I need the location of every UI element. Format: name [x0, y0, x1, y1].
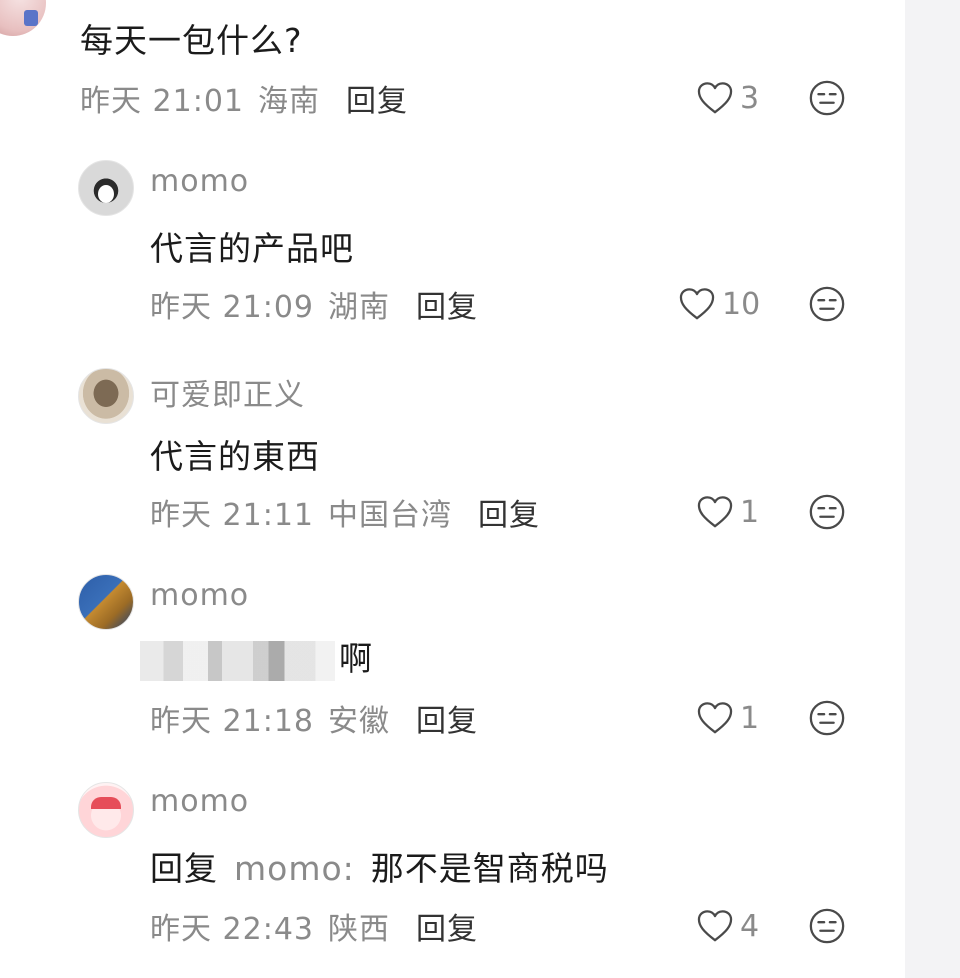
- reply-text: 代言的产品吧: [150, 229, 354, 268]
- reply-username[interactable]: momo: [150, 784, 249, 819]
- like-count: 10: [722, 286, 761, 322]
- comment-location: 海南: [258, 84, 320, 119]
- neutral-face-icon: [809, 494, 845, 530]
- like-button[interactable]: 3: [696, 78, 759, 118]
- comment-thread-page: 每天一包什么? 昨天 21:01 海南 回复 3 momo 代言的产品吧 昨天 …: [0, 0, 960, 978]
- reply-button[interactable]: 回复: [416, 282, 478, 326]
- comment-location: 中国台湾: [328, 498, 452, 533]
- reply-prefix: 回复: [150, 849, 218, 888]
- neutral-face-icon: [809, 908, 845, 944]
- like-button[interactable]: 1: [696, 492, 759, 532]
- comment-time: 昨天 21:18: [150, 704, 314, 739]
- neutral-face-icon: [809, 80, 845, 116]
- emoji-reaction-button[interactable]: [808, 907, 846, 945]
- parent-meta: 昨天 21:01 海南 回复: [80, 76, 408, 120]
- comment-location: 湖南: [328, 290, 390, 325]
- comment-location: 安徽: [328, 704, 390, 739]
- emoji-reaction-button[interactable]: [808, 699, 846, 737]
- like-count: 3: [740, 80, 760, 116]
- heart-outline-icon: [697, 82, 733, 114]
- heart-outline-icon: [697, 496, 733, 528]
- reply-text: 回复 momo: 那不是智商税吗: [150, 842, 609, 890]
- emoji-reaction-button[interactable]: [808, 285, 846, 323]
- right-side-strip: [905, 0, 960, 978]
- reply-meta: 昨天 21:11 中国台湾 回复: [150, 490, 540, 534]
- reply-text: 啊: [140, 632, 373, 681]
- parent-comment-text: 每天一包什么?: [80, 21, 303, 60]
- like-count: 1: [740, 494, 760, 530]
- avatar[interactable]: [78, 368, 134, 424]
- reply-meta: 昨天 21:18 安徽 回复: [150, 696, 478, 740]
- like-count: 1: [740, 700, 760, 736]
- heart-outline-icon: [697, 910, 733, 942]
- reply-button[interactable]: 回复: [478, 490, 540, 534]
- reply-body: 那不是智商税吗: [370, 849, 609, 888]
- heart-outline-icon: [697, 702, 733, 734]
- emoji-reaction-button[interactable]: [808, 79, 846, 117]
- comment-time: 昨天 21:11: [150, 498, 314, 533]
- comment-time: 昨天 21:01: [80, 84, 244, 119]
- reply-target-user[interactable]: momo:: [234, 849, 355, 888]
- comment-time: 昨天 22:43: [150, 912, 314, 947]
- reply-button[interactable]: 回复: [346, 76, 408, 120]
- reply-text-suffix: 啊: [339, 639, 373, 678]
- neutral-face-icon: [809, 286, 845, 322]
- parent-avatar[interactable]: [0, 0, 46, 36]
- like-button[interactable]: 10: [678, 284, 760, 324]
- avatar-badge-icon: [24, 10, 38, 26]
- emoji-reaction-button[interactable]: [808, 493, 846, 531]
- avatar[interactable]: [78, 782, 134, 838]
- avatar[interactable]: [78, 574, 134, 630]
- like-button[interactable]: 1: [696, 698, 759, 738]
- like-count: 4: [740, 908, 760, 944]
- reply-username[interactable]: momo: [150, 578, 249, 613]
- comment-location: 陕西: [328, 912, 390, 947]
- heart-outline-icon: [679, 288, 715, 320]
- reply-username[interactable]: 可爱即正义: [150, 370, 305, 414]
- reply-button[interactable]: 回复: [416, 904, 478, 948]
- reply-meta: 昨天 22:43 陕西 回复: [150, 904, 478, 948]
- blurred-text: [140, 640, 335, 681]
- reply-button[interactable]: 回复: [416, 696, 478, 740]
- comment-time: 昨天 21:09: [150, 290, 314, 325]
- comment-thread: 每天一包什么? 昨天 21:01 海南 回复 3 momo 代言的产品吧 昨天 …: [0, 0, 905, 978]
- avatar[interactable]: [78, 160, 134, 216]
- reply-meta: 昨天 21:09 湖南 回复: [150, 282, 478, 326]
- like-button[interactable]: 4: [696, 906, 759, 946]
- reply-username[interactable]: momo: [150, 164, 249, 199]
- reply-text: 代言的東西: [150, 437, 320, 476]
- neutral-face-icon: [809, 700, 845, 736]
